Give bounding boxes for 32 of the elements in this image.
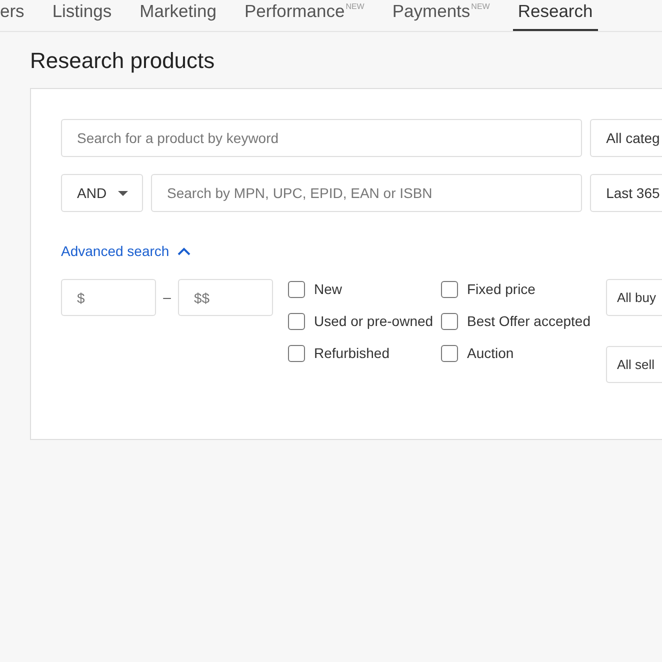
checkbox[interactable]: [288, 344, 305, 362]
buyer-dropdown[interactable]: All buy: [606, 279, 662, 316]
checkbox-label: Auction: [467, 345, 514, 361]
page-title: Research products: [30, 47, 216, 75]
checkbox-label: Refurbished: [314, 345, 390, 361]
checkbox-label: New: [314, 281, 342, 297]
max-price-field[interactable]: $$: [178, 279, 273, 316]
category-dropdown[interactable]: All categ: [590, 119, 662, 157]
checkbox-label: Fixed price: [467, 281, 536, 297]
min-price-field[interactable]: $: [61, 279, 156, 316]
checkbox[interactable]: [441, 280, 458, 298]
checkbox[interactable]: [288, 280, 305, 298]
chevron-icon: [177, 246, 192, 256]
seller-dropdown[interactable]: All sell: [606, 346, 662, 383]
checkbox[interactable]: [288, 312, 305, 330]
nav-tab[interactable]: Payments$^{NEW}$: [387, 0, 495, 31]
advanced-search-link[interactable]: Advanced search: [61, 241, 192, 261]
price-separator: –: [162, 288, 172, 307]
checkbox-label: Used or pre-owned: [314, 313, 434, 329]
operator-dropdown[interactable]: AND: [61, 174, 143, 212]
nav-tab[interactable]: Research: [512, 0, 598, 31]
checkbox[interactable]: [441, 312, 458, 330]
checkbox-label: Best Offer accepted: [467, 313, 590, 329]
checkbox[interactable]: [441, 344, 458, 362]
nav-tab[interactable]: Performance$^{NEW}$: [240, 0, 370, 31]
nav-tab[interactable]: Marketing: [134, 0, 222, 31]
nav-tab[interactable]: ers: [0, 0, 30, 31]
date-range-dropdown[interactable]: Last 365: [590, 174, 662, 212]
keyword-search-field[interactable]: Search for a product by keyword: [61, 119, 582, 157]
caret-icon: [118, 190, 128, 196]
nav-tab[interactable]: Listings: [47, 0, 117, 31]
id-search-field[interactable]: Search by MPN, UPC, EPID, EAN or ISBN: [151, 174, 582, 212]
